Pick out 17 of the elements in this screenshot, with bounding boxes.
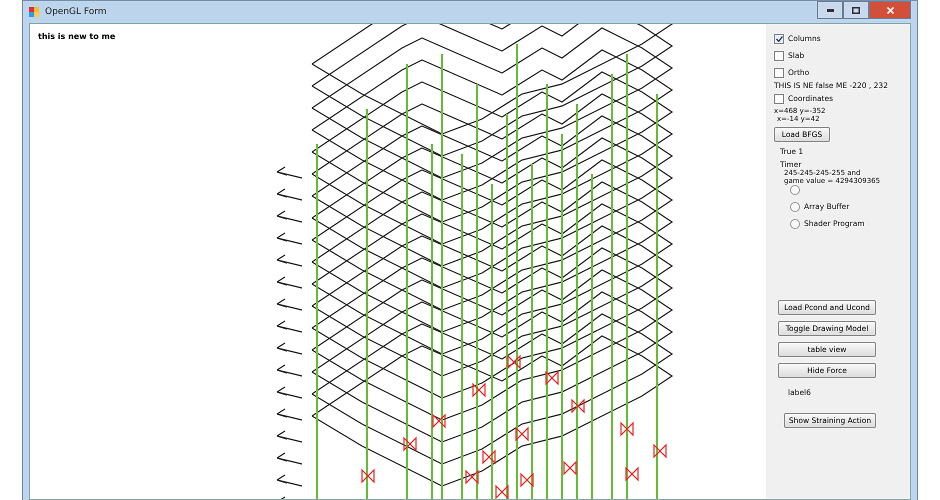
maximize-icon bbox=[852, 6, 860, 14]
check-icon bbox=[776, 36, 782, 42]
window-title: OpenGL Form bbox=[45, 7, 107, 17]
maximize-button[interactable] bbox=[843, 1, 869, 19]
radio-button[interactable] bbox=[790, 202, 800, 212]
app-icon bbox=[29, 7, 39, 17]
checkbox[interactable] bbox=[774, 34, 784, 44]
radio-button[interactable] bbox=[790, 218, 800, 228]
close-icon bbox=[886, 6, 894, 14]
checkbox[interactable] bbox=[774, 68, 784, 78]
close-button[interactable] bbox=[869, 1, 911, 19]
canvas-caption: this is new to me bbox=[38, 32, 116, 41]
checkbox[interactable] bbox=[774, 94, 784, 104]
minimize-button[interactable] bbox=[817, 1, 843, 19]
radio-button[interactable] bbox=[790, 184, 800, 194]
checkbox[interactable] bbox=[774, 50, 784, 60]
minimize-icon bbox=[826, 8, 834, 12]
